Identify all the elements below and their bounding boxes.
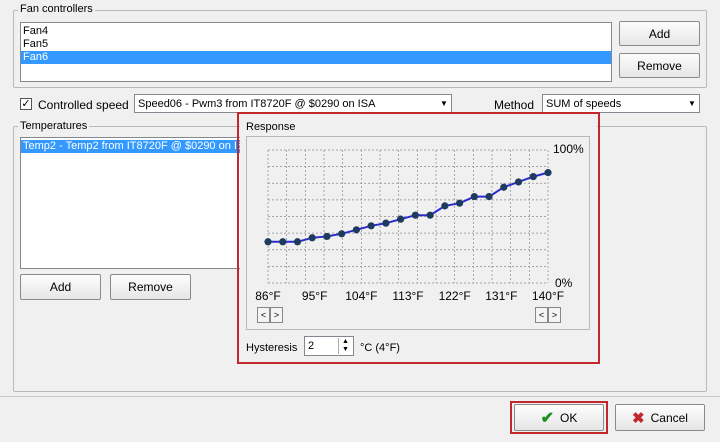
scroll-left-button-right[interactable]: < xyxy=(535,307,548,323)
list-item-fan6[interactable]: Fan6 xyxy=(21,51,611,64)
speed-select-value: Speed06 - Pwm3 from IT8720F @ $0290 on I… xyxy=(138,97,376,110)
response-label: Response xyxy=(246,121,296,133)
ok-button[interactable]: ✔ OK xyxy=(514,404,604,431)
hysteresis-input[interactable]: 2 ▲ ▼ xyxy=(304,336,354,356)
hysteresis-unit: °C (4°F) xyxy=(360,342,400,354)
method-select-value: SUM of speeds xyxy=(546,97,622,110)
chevron-down-icon[interactable]: ▼ xyxy=(437,95,451,112)
footer-divider xyxy=(0,396,720,397)
controlled-speed-checkbox[interactable]: ✓ xyxy=(20,98,32,110)
checkmark-icon: ✔ xyxy=(540,409,555,427)
temperatures-list[interactable]: Temp2 - Temp2 from IT8720F @ $0290 on IS… xyxy=(20,137,242,269)
method-label: Method xyxy=(494,98,535,112)
speed-select[interactable]: Speed06 - Pwm3 from IT8720F @ $0290 on I… xyxy=(134,94,452,113)
list-item-temp2[interactable]: Temp2 - Temp2 from IT8720F @ $0290 on IS… xyxy=(21,140,241,153)
remove-temperature-button[interactable]: Remove xyxy=(110,274,191,300)
fan-controllers-list[interactable]: Fan4 Fan5 Fan6 xyxy=(20,22,612,82)
fan-controllers-label: Fan controllers xyxy=(18,3,95,15)
scroll-right-button-right[interactable]: > xyxy=(548,307,561,323)
hysteresis-label: Hysteresis xyxy=(246,342,298,354)
method-select[interactable]: SUM of speeds ▼ xyxy=(542,94,700,113)
cancel-x-icon: ✖ xyxy=(632,409,645,427)
add-fan-button[interactable]: Add xyxy=(619,21,700,46)
spin-stepper-icon[interactable]: ▲ ▼ xyxy=(338,338,352,354)
cancel-button[interactable]: ✖ Cancel xyxy=(615,404,705,431)
cancel-label: Cancel xyxy=(650,410,688,425)
add-temperature-button[interactable]: Add xyxy=(20,274,101,300)
list-item-fan4[interactable]: Fan4 xyxy=(21,25,611,38)
ok-label: OK xyxy=(560,410,578,425)
list-item-fan5[interactable]: Fan5 xyxy=(21,38,611,51)
remove-fan-button[interactable]: Remove xyxy=(619,53,700,78)
chevron-down-icon[interactable]: ▼ xyxy=(685,95,699,112)
controlled-speed-label: Controlled speed xyxy=(38,98,129,112)
hysteresis-value: 2 xyxy=(308,340,315,352)
response-chart-frame xyxy=(246,136,590,330)
temperatures-label: Temperatures xyxy=(18,120,90,132)
scroll-right-button[interactable]: > xyxy=(270,307,283,323)
scroll-left-button[interactable]: < xyxy=(257,307,270,323)
